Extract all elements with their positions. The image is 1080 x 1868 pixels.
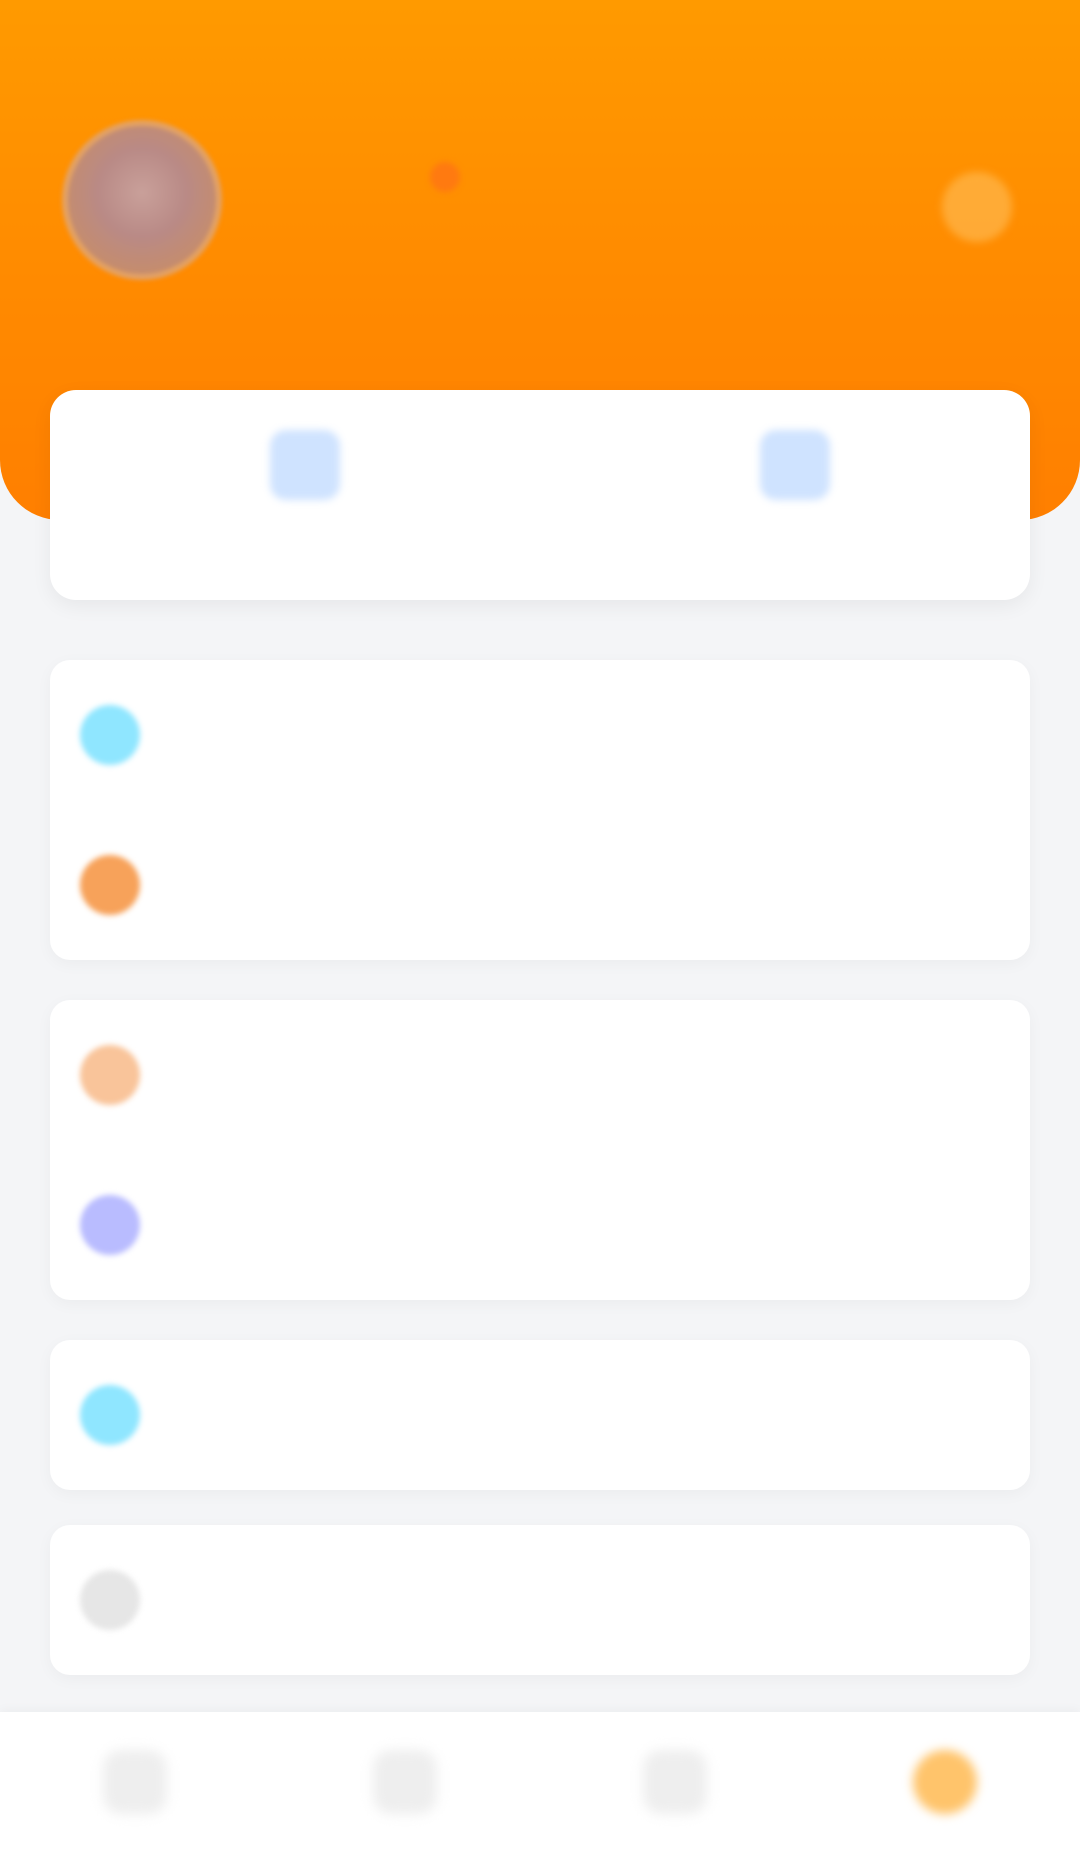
settings-icon[interactable] [942, 172, 1012, 242]
menu-row[interactable] [50, 1150, 1030, 1300]
menu-group-2 [50, 1000, 1030, 1300]
nav-item-messages[interactable] [540, 1712, 810, 1868]
nav-item-list[interactable] [270, 1712, 540, 1868]
menu-row[interactable] [50, 810, 1030, 960]
menu-row[interactable] [50, 1525, 1030, 1675]
logout-icon [80, 1570, 140, 1630]
wallet-icon [80, 1045, 140, 1105]
menu-row[interactable] [50, 660, 1030, 810]
list-icon [373, 1750, 437, 1814]
bottom-nav [0, 1712, 1080, 1868]
person-icon [760, 430, 830, 500]
menu-group-1 [50, 660, 1030, 960]
nav-item-home[interactable] [0, 1712, 270, 1868]
star-icon [80, 1195, 140, 1255]
menu-group-4 [50, 1525, 1030, 1675]
profile-icon [913, 1750, 977, 1814]
calendar-icon [80, 705, 140, 765]
nav-item-profile[interactable] [810, 1712, 1080, 1868]
document-icon [270, 430, 340, 500]
menu-group-3 [50, 1340, 1030, 1490]
quick-action-1[interactable] [50, 390, 540, 600]
message-icon [643, 1750, 707, 1814]
quick-action-2[interactable] [540, 390, 1030, 600]
menu-row[interactable] [50, 1340, 1030, 1490]
quick-actions-card [50, 390, 1030, 600]
home-icon [103, 1750, 167, 1814]
gift-icon [80, 855, 140, 915]
avatar[interactable] [62, 120, 222, 280]
user-badge-icon [430, 162, 460, 192]
menu-row[interactable] [50, 1000, 1030, 1150]
info-icon [80, 1385, 140, 1445]
